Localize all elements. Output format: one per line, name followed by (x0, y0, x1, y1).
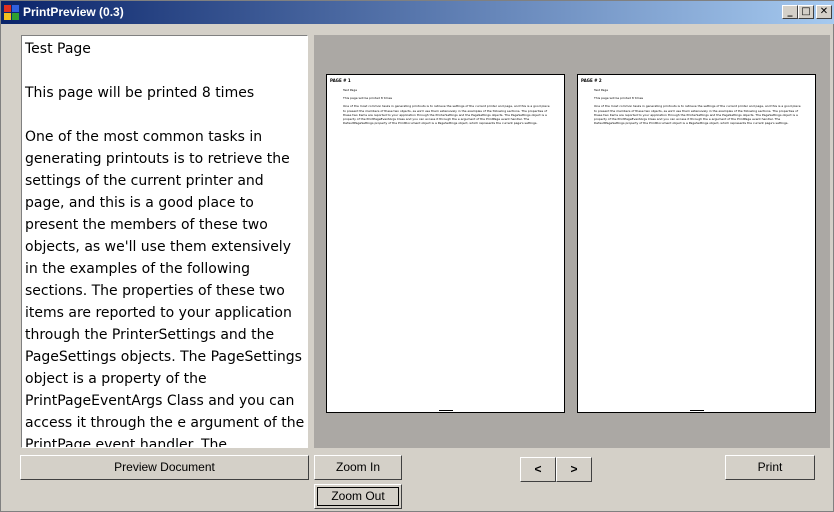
window-controls: _ □ ✕ (782, 5, 832, 20)
page-header: PAGE # 2 (581, 78, 602, 83)
document-text-box[interactable]: Test Page This page will be printed 8 ti… (21, 35, 308, 448)
zoom-out-button[interactable]: Zoom Out (314, 484, 402, 509)
maximize-button[interactable]: □ (798, 5, 814, 19)
minimize-button[interactable]: _ (782, 5, 798, 19)
page-header: PAGE # 1 (330, 78, 351, 83)
print-preview-window: PrintPreview (0.3) _ □ ✕ Test Page This … (0, 0, 834, 512)
print-preview-area[interactable]: PAGE # 1 Test Page This page will be pri… (314, 35, 830, 448)
page-footer-mark (690, 410, 704, 411)
document-paragraph: This page will be printed 8 times (25, 85, 255, 101)
page-text: One of the most common tasks in generati… (343, 104, 550, 126)
print-button[interactable]: Print (725, 455, 815, 480)
page-text: One of the most common tasks in generati… (594, 104, 801, 126)
page-text: Test Page (343, 88, 358, 92)
document-paragraph: One of the most common tasks in generati… (25, 129, 305, 448)
preview-page-1: PAGE # 1 Test Page This page will be pri… (326, 74, 565, 413)
title-bar[interactable]: PrintPreview (0.3) _ □ ✕ (1, 1, 834, 24)
page-text: This page will be printed 8 times (594, 96, 644, 101)
window-title: PrintPreview (0.3) (23, 5, 124, 19)
next-page-button[interactable]: > (556, 457, 592, 482)
preview-page-2: PAGE # 2 Test Page This page will be pri… (577, 74, 816, 413)
document-title: Test Page (25, 41, 91, 57)
page-text: This page will be printed 8 times (343, 96, 393, 101)
page-footer-mark (439, 410, 453, 411)
close-button[interactable]: ✕ (816, 5, 832, 19)
app-icon (4, 5, 20, 20)
previous-page-button[interactable]: < (520, 457, 556, 482)
zoom-in-button[interactable]: Zoom In (314, 455, 402, 480)
preview-document-button[interactable]: Preview Document (20, 455, 309, 480)
page-text: Test Page (594, 88, 609, 92)
